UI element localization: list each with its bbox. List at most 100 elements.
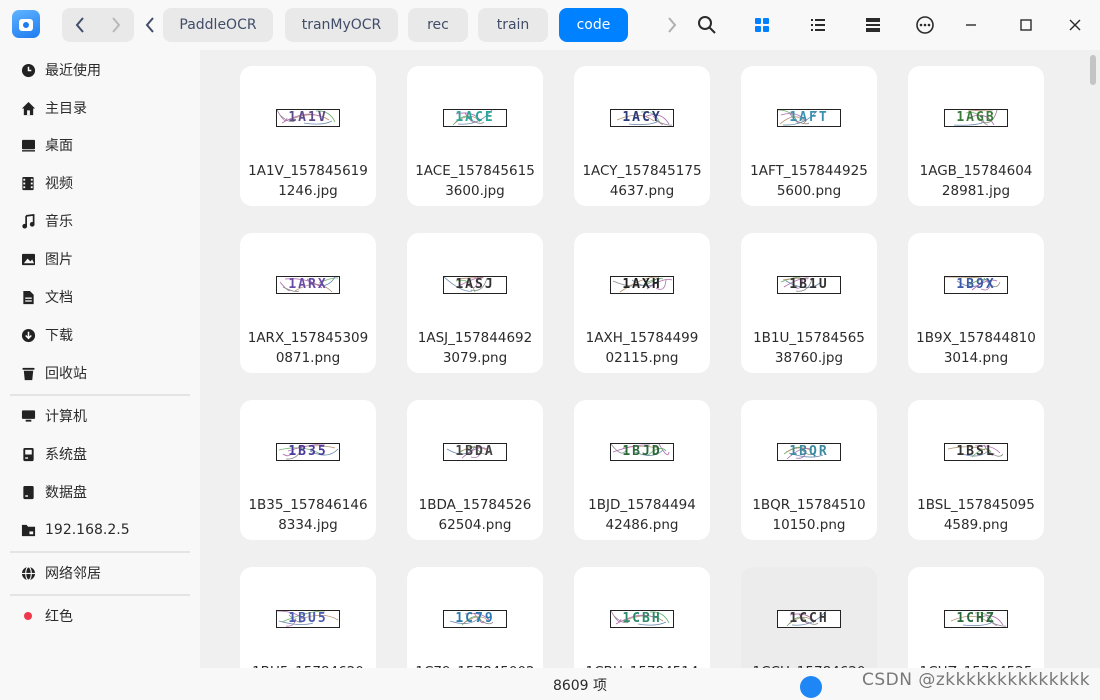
captcha-text: 1ACY [622,110,662,125]
captcha-text: 1BJD [622,444,662,459]
file-item[interactable]: 1AXH 1AXH_15784499 02115.png [574,233,710,373]
file-item[interactable]: 1B35 1B35_157846146 8334.jpg [240,400,376,540]
floating-indicator[interactable] [800,676,822,698]
file-name-line: 1BJD_15784494 [588,497,696,513]
file-name-line: 1A1V_157845619 [248,163,368,179]
file-item[interactable]: 1AFT 1AFT_157844925 5600.png [741,66,877,206]
sidebar-item-downloads[interactable]: 下载 [0,317,200,353]
file-name-line: 3600.jpg [445,183,505,199]
file-name-line: 02115.png [605,350,679,366]
breadcrumb-code[interactable]: code [559,8,628,42]
sidebar-item-pictures[interactable]: 图片 [0,241,200,277]
sidebar-item-videos[interactable]: 视频 [0,165,200,201]
icon-view-button[interactable] [747,10,777,40]
file-thumbnail: 1CBH [610,610,674,628]
file-item[interactable]: 1ACY 1ACY_157845175 4637.png [574,66,710,206]
file-thumbnail: 1C79 [443,610,507,628]
captcha-text: 1BU5 [288,611,328,626]
file-item[interactable]: 1C791C79_157845002 [407,567,543,668]
file-item[interactable]: 1A1V 1A1V_157845619 1246.jpg [240,66,376,206]
sidebar-item-trash[interactable]: 回收站 [0,355,200,391]
close-button[interactable] [1060,10,1090,40]
file-manager-app-icon[interactable] [12,10,40,38]
sidebar-item-desktop[interactable]: 桌面 [0,127,200,163]
title-bar: PaddleOCR tranMyOCR rec train code [0,0,1100,50]
file-name-line: 1BDA_15784526 [418,497,532,513]
breadcrumb-rec[interactable]: rec [408,8,468,42]
back-button[interactable] [62,8,98,42]
chevron-right-icon [112,17,121,33]
file-item[interactable]: 1CHZ1CHZ_15784525 [908,567,1044,668]
breadcrumb-scroll-right[interactable] [664,8,680,42]
captcha-text: 1ASJ [455,277,495,292]
maximize-icon [1020,19,1032,31]
file-name-line: 38760.jpg [774,350,844,366]
vertical-scrollbar[interactable] [1090,55,1096,85]
file-name-line: 1B9X_157844810 [916,330,1036,346]
sidebar-item-label: 计算机 [45,409,87,425]
file-thumbnail: 1CCH [777,610,841,628]
file-item[interactable]: 1ACE 1ACE_157845615 3600.jpg [407,66,543,206]
file-name-line: 4637.png [609,183,675,199]
file-name-line: 1BQR_15784510 [752,497,866,513]
breadcrumb-scroll-left[interactable] [142,8,158,42]
sidebar-item-recent[interactable]: 最近使用 [0,52,200,88]
detail-view-button[interactable] [858,10,888,40]
file-name: 1B9X_157844810 3014.png [908,328,1044,368]
more-options-button[interactable] [910,10,940,40]
file-name-line: 1B35_157846146 [248,497,368,513]
list-view-button[interactable] [803,10,833,40]
file-thumbnail: 1B35 [276,443,340,461]
sidebar-item-music[interactable]: 音乐 [0,203,200,239]
sidebar-item-red-tag[interactable]: 红色 [0,598,200,634]
file-name-line: 1AXH_15784499 [585,330,699,346]
maximize-button[interactable] [1011,10,1041,40]
file-item[interactable]: 1BQR 1BQR_15784510 10150.png [741,400,877,540]
file-thumbnail: 1ARX [276,276,340,294]
file-item[interactable]: 1CBH1CBH_15784514 [574,567,710,668]
file-item[interactable]: 1ARX 1ARX_157845309 0871.png [240,233,376,373]
file-name: 1AFT_157844925 5600.png [741,161,877,201]
file-item[interactable]: 1ASJ 1ASJ_157844692 3079.png [407,233,543,373]
sidebar: 最近使用 主目录 桌面 视频 音乐 图片 文档 下载 回收站 计算机 系统盘 数… [0,50,200,700]
file-name: 1AXH_15784499 02115.png [574,328,710,368]
download-icon [20,327,36,343]
desktop-icon [20,137,36,153]
file-name: 1B1U_15784565 38760.jpg [741,328,877,368]
sidebar-item-system-disk[interactable]: 系统盘 [0,436,200,472]
file-item[interactable]: 1CCH1CCH_15784620 [741,567,877,668]
sidebar-item-home[interactable]: 主目录 [0,90,200,126]
file-item[interactable]: 1AGB 1AGB_15784604 28981.jpg [908,66,1044,206]
captcha-text: 1CHZ [956,611,996,626]
file-thumbnail: 1BU5 [276,610,340,628]
file-item[interactable]: 1BU51BU5_15784620 [240,567,376,668]
document-icon [20,289,36,305]
chevron-left-icon [75,17,84,33]
minimize-button[interactable] [956,10,986,40]
captcha-text: 1B1U [789,277,829,292]
file-item[interactable]: 1BJD 1BJD_15784494 42486.png [574,400,710,540]
search-button[interactable] [692,10,722,40]
file-item[interactable]: 1B1U 1B1U_15784565 38760.jpg [741,233,877,373]
file-item[interactable]: 1B9X 1B9X_157844810 3014.png [908,233,1044,373]
file-name: 1BJD_15784494 42486.png [574,495,710,535]
breadcrumb-tranmyocr[interactable]: tranMyOCR [285,8,398,42]
file-name: 1AGB_15784604 28981.jpg [908,161,1044,201]
file-item[interactable]: 1BDA 1BDA_15784526 62504.png [407,400,543,540]
trash-icon [20,365,36,381]
sidebar-item-label: 主目录 [45,101,87,117]
sidebar-item-data-disk[interactable]: 数据盘 [0,474,200,510]
captcha-text: 1AXH [622,277,662,292]
breadcrumb-paddleocr[interactable]: PaddleOCR [163,8,273,42]
breadcrumb-train[interactable]: train [478,8,548,42]
sidebar-item-computer[interactable]: 计算机 [0,398,200,434]
file-name: 1B35_157846146 8334.jpg [240,495,376,535]
captcha-text: 1BDA [455,444,495,459]
forward-button[interactable] [98,8,134,42]
file-name-line: 1BSL_157845095 [917,497,1035,513]
sidebar-item-network-drive[interactable]: 192.168.2.5 [0,512,200,548]
clock-icon [20,62,36,78]
file-item[interactable]: 1BSL 1BSL_157845095 4589.png [908,400,1044,540]
sidebar-item-documents[interactable]: 文档 [0,279,200,315]
sidebar-item-network-neighborhood[interactable]: 网络邻居 [0,555,200,591]
